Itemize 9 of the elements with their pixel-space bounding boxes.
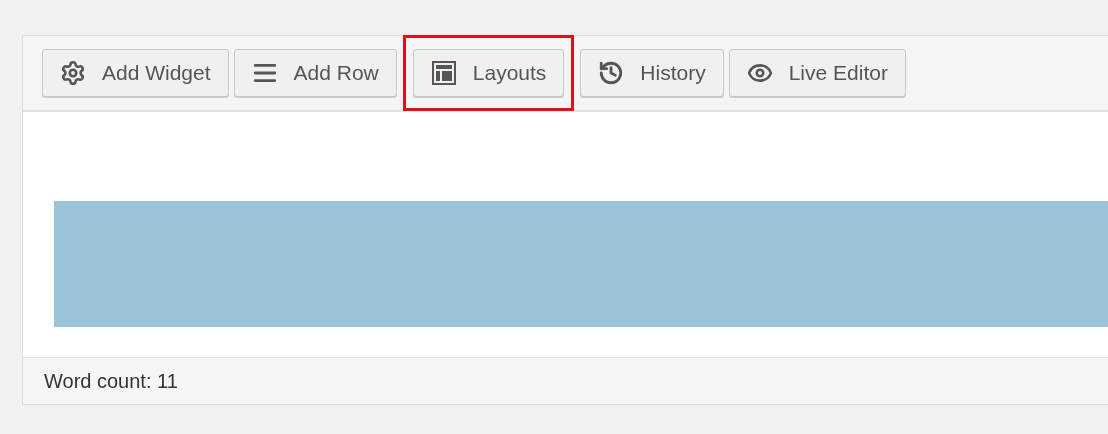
live-button[interactable]: Live Editor [728, 49, 906, 97]
layouts-button[interactable]: Layouts [412, 49, 565, 97]
settings-icon [60, 60, 86, 86]
layout-icon [430, 60, 457, 86]
word-count: Word count: 11 [44, 369, 178, 394]
row-button[interactable]: Add Row [233, 49, 397, 97]
widget-button[interactable]: Add Widget [42, 49, 229, 97]
history-button[interactable]: History [580, 49, 724, 97]
history-icon [598, 60, 625, 86]
